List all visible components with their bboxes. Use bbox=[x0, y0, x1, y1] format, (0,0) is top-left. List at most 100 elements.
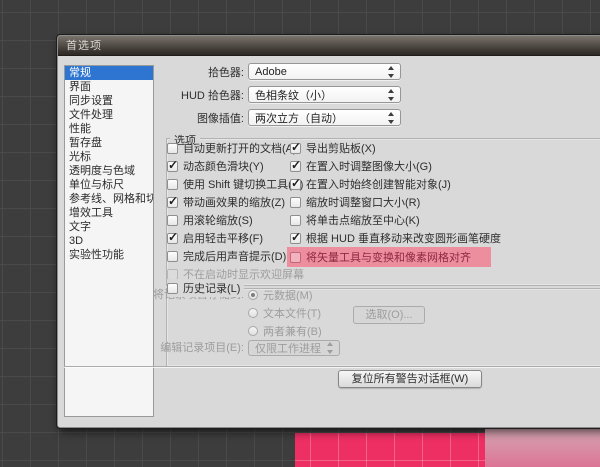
checkbox-label: 在置入时调整图像大小(G) bbox=[306, 161, 432, 173]
option-checkbox-row[interactable]: 自动更新打开的文档(A) bbox=[167, 139, 304, 157]
checkbox-label: 在置入时始终创建智能对象(J) bbox=[306, 179, 451, 191]
history-log-row[interactable]: 历史记录(L) bbox=[167, 279, 245, 297]
checkbox-label: 导出剪贴板(X) bbox=[306, 143, 376, 155]
check-icon: ✓ bbox=[291, 157, 302, 172]
radio-row: 元数据(M) bbox=[248, 286, 322, 304]
checkbox-label: 根据 HUD 垂直移动来改变圆形画笔硬度 bbox=[306, 233, 501, 245]
check-icon: ✓ bbox=[291, 139, 302, 154]
checkbox[interactable]: ✓ bbox=[290, 139, 302, 154]
option-checkbox-row[interactable]: ✓ 启用轻击平移(F) bbox=[167, 229, 304, 247]
checkbox[interactable] bbox=[290, 251, 301, 263]
sidebar-item[interactable]: 透明度与色域 bbox=[65, 164, 153, 178]
option-checkbox-row[interactable]: ✓ 根据 HUD 垂直移动来改变圆形画笔硬度 bbox=[290, 229, 501, 247]
reset-warnings-button[interactable]: 复位所有警告对话框(W) bbox=[338, 370, 482, 388]
canvas-pink-grid bbox=[295, 433, 485, 467]
dropdown-value: 两次立方（自动） bbox=[255, 112, 343, 125]
option-checkbox-row[interactable]: ✓ 在置入时始终创建智能对象(J) bbox=[290, 175, 501, 193]
footer-separator bbox=[64, 366, 600, 367]
option-checkbox-row[interactable]: 完成后用声音提示(D) bbox=[167, 247, 304, 265]
canvas-pink-gradient bbox=[485, 428, 600, 467]
checkbox[interactable]: ✓ bbox=[290, 175, 302, 190]
checkbox-label: 完成后用声音提示(D) bbox=[183, 251, 287, 263]
preferences-dialog: 首选项 常规 界面 同步设置 文件处理 性能 暂存盘 光标 透明度与色域 单位与标尺 参考线、网格… bbox=[56, 34, 600, 429]
checkbox-label: 动态颜色滑块(Y) bbox=[183, 161, 264, 173]
radio-button bbox=[248, 290, 258, 300]
checkbox[interactable]: ✓ bbox=[290, 157, 302, 172]
sidebar-item[interactable]: 单位与标尺 bbox=[65, 178, 153, 192]
checkbox[interactable] bbox=[290, 214, 301, 226]
combo-arrows-icon bbox=[326, 342, 335, 354]
option-checkbox-row[interactable]: 用滚轮缩放(S) bbox=[167, 211, 304, 229]
dropdown[interactable]: 两次立方（自动） bbox=[248, 109, 401, 126]
sidebar-item[interactable]: 参考线、网格和切片 bbox=[65, 192, 153, 206]
check-icon: ✓ bbox=[168, 157, 179, 172]
combo-arrows-icon bbox=[387, 65, 396, 78]
checkbox[interactable]: ✓ bbox=[167, 229, 179, 244]
check-icon: ✓ bbox=[168, 193, 179, 208]
history-log-checkbox[interactable] bbox=[167, 282, 178, 294]
checkbox-label: 缩放时调整窗口大小(R) bbox=[306, 197, 421, 209]
select-rows: 拾色器: Adobe HUD 拾色器: 色相条纹（小） 图像插值: 两次立方（自动） bbox=[88, 63, 418, 132]
history-radio-group: 元数据(M) 文本文件(T) 两者兼有(B) bbox=[248, 286, 322, 340]
checkbox[interactable]: ✓ bbox=[290, 229, 302, 244]
option-checkbox-row[interactable]: ✓ 动态颜色滑块(Y) bbox=[167, 157, 304, 175]
checkbox-label: 使用 Shift 键切换工具(U) bbox=[183, 179, 304, 191]
checkbox[interactable] bbox=[290, 196, 301, 208]
combo-arrows-icon bbox=[387, 88, 396, 101]
dropdown[interactable]: 色相条纹（小） bbox=[248, 86, 401, 103]
checkbox-label: 将矢量工具与变换和像素网格对齐 bbox=[306, 252, 471, 264]
dropdown[interactable]: Adobe bbox=[248, 63, 401, 80]
radio-label: 元数据(M) bbox=[263, 290, 313, 302]
options-column-left: 自动更新打开的文档(A) ✓ 动态颜色滑块(Y) 使用 Shift 键切换工具(U) ✓… bbox=[167, 139, 304, 283]
sidebar-item[interactable]: 光标 bbox=[65, 150, 153, 164]
edit-log-items-label: 编辑记录项目(E): bbox=[160, 342, 244, 354]
option-checkbox-row[interactable]: ✓ 在置入时调整图像大小(G) bbox=[290, 157, 501, 175]
checkbox[interactable] bbox=[167, 214, 178, 226]
sidebar-item[interactable]: 增效工具 bbox=[65, 206, 153, 220]
choose-button: 选取(O)... bbox=[353, 306, 425, 324]
radio-button bbox=[248, 326, 258, 336]
checkbox[interactable]: ✓ bbox=[167, 193, 179, 208]
edit-log-items-value: 仅限工作进程 bbox=[255, 343, 321, 355]
checkbox[interactable]: ✓ bbox=[167, 157, 179, 172]
radio-label: 文本文件(T) bbox=[263, 308, 322, 320]
select-label: 图像插值: bbox=[196, 112, 244, 125]
checkbox[interactable] bbox=[167, 142, 178, 154]
dialog-title-bar[interactable]: 首选项 bbox=[58, 36, 600, 56]
check-icon: ✓ bbox=[291, 175, 302, 190]
option-checkbox-row[interactable]: 将矢量工具与变换和像素网格对齐 bbox=[287, 247, 491, 267]
select-row: HUD 拾色器: 色相条纹（小） bbox=[88, 86, 418, 103]
select-label: HUD 拾色器: bbox=[181, 89, 244, 102]
checkbox[interactable] bbox=[167, 178, 178, 190]
dropdown-value: Adobe bbox=[255, 65, 287, 78]
option-checkbox-row[interactable]: 将单击点缩放至中心(K) bbox=[290, 211, 501, 229]
checkbox-label: 用滚轮缩放(S) bbox=[183, 215, 253, 227]
option-checkbox-row[interactable]: 缩放时调整窗口大小(R) bbox=[290, 193, 501, 211]
checkbox bbox=[167, 268, 178, 280]
sidebar-item[interactable]: 暂存盘 bbox=[65, 136, 153, 150]
combo-arrows-icon bbox=[387, 111, 396, 124]
checkbox-label: 自动更新打开的文档(A) bbox=[183, 143, 297, 155]
radio-label: 两者兼有(B) bbox=[263, 326, 322, 338]
select-row: 拾色器: Adobe bbox=[88, 63, 418, 80]
sidebar-item[interactable]: 实验性功能 bbox=[65, 248, 153, 262]
option-checkbox-row[interactable]: ✓ 导出剪贴板(X) bbox=[290, 139, 501, 157]
history-log-label: 历史记录(L) bbox=[183, 283, 241, 295]
check-icon: ✓ bbox=[291, 229, 302, 244]
checkbox[interactable] bbox=[167, 250, 178, 262]
select-row: 图像插值: 两次立方（自动） bbox=[88, 109, 418, 126]
check-icon: ✓ bbox=[168, 229, 179, 244]
dialog-title: 首选项 bbox=[66, 40, 102, 52]
option-checkbox-row[interactable]: 使用 Shift 键切换工具(U) bbox=[167, 175, 304, 193]
edit-log-items-dropdown: 仅限工作进程 bbox=[248, 340, 340, 356]
radio-row: 文本文件(T) bbox=[248, 304, 322, 322]
select-label: 拾色器: bbox=[207, 66, 244, 79]
dropdown-value: 色相条纹（小） bbox=[255, 89, 332, 102]
sidebar-item[interactable]: 3D bbox=[65, 234, 153, 248]
radio-button bbox=[248, 308, 258, 318]
option-checkbox-row[interactable]: ✓ 带动画效果的缩放(Z) bbox=[167, 193, 304, 211]
radio-row: 两者兼有(B) bbox=[248, 322, 322, 340]
checkbox-label: 带动画效果的缩放(Z) bbox=[183, 197, 286, 209]
sidebar-item[interactable]: 文字 bbox=[65, 220, 153, 234]
checkbox-label: 启用轻击平移(F) bbox=[183, 233, 264, 245]
